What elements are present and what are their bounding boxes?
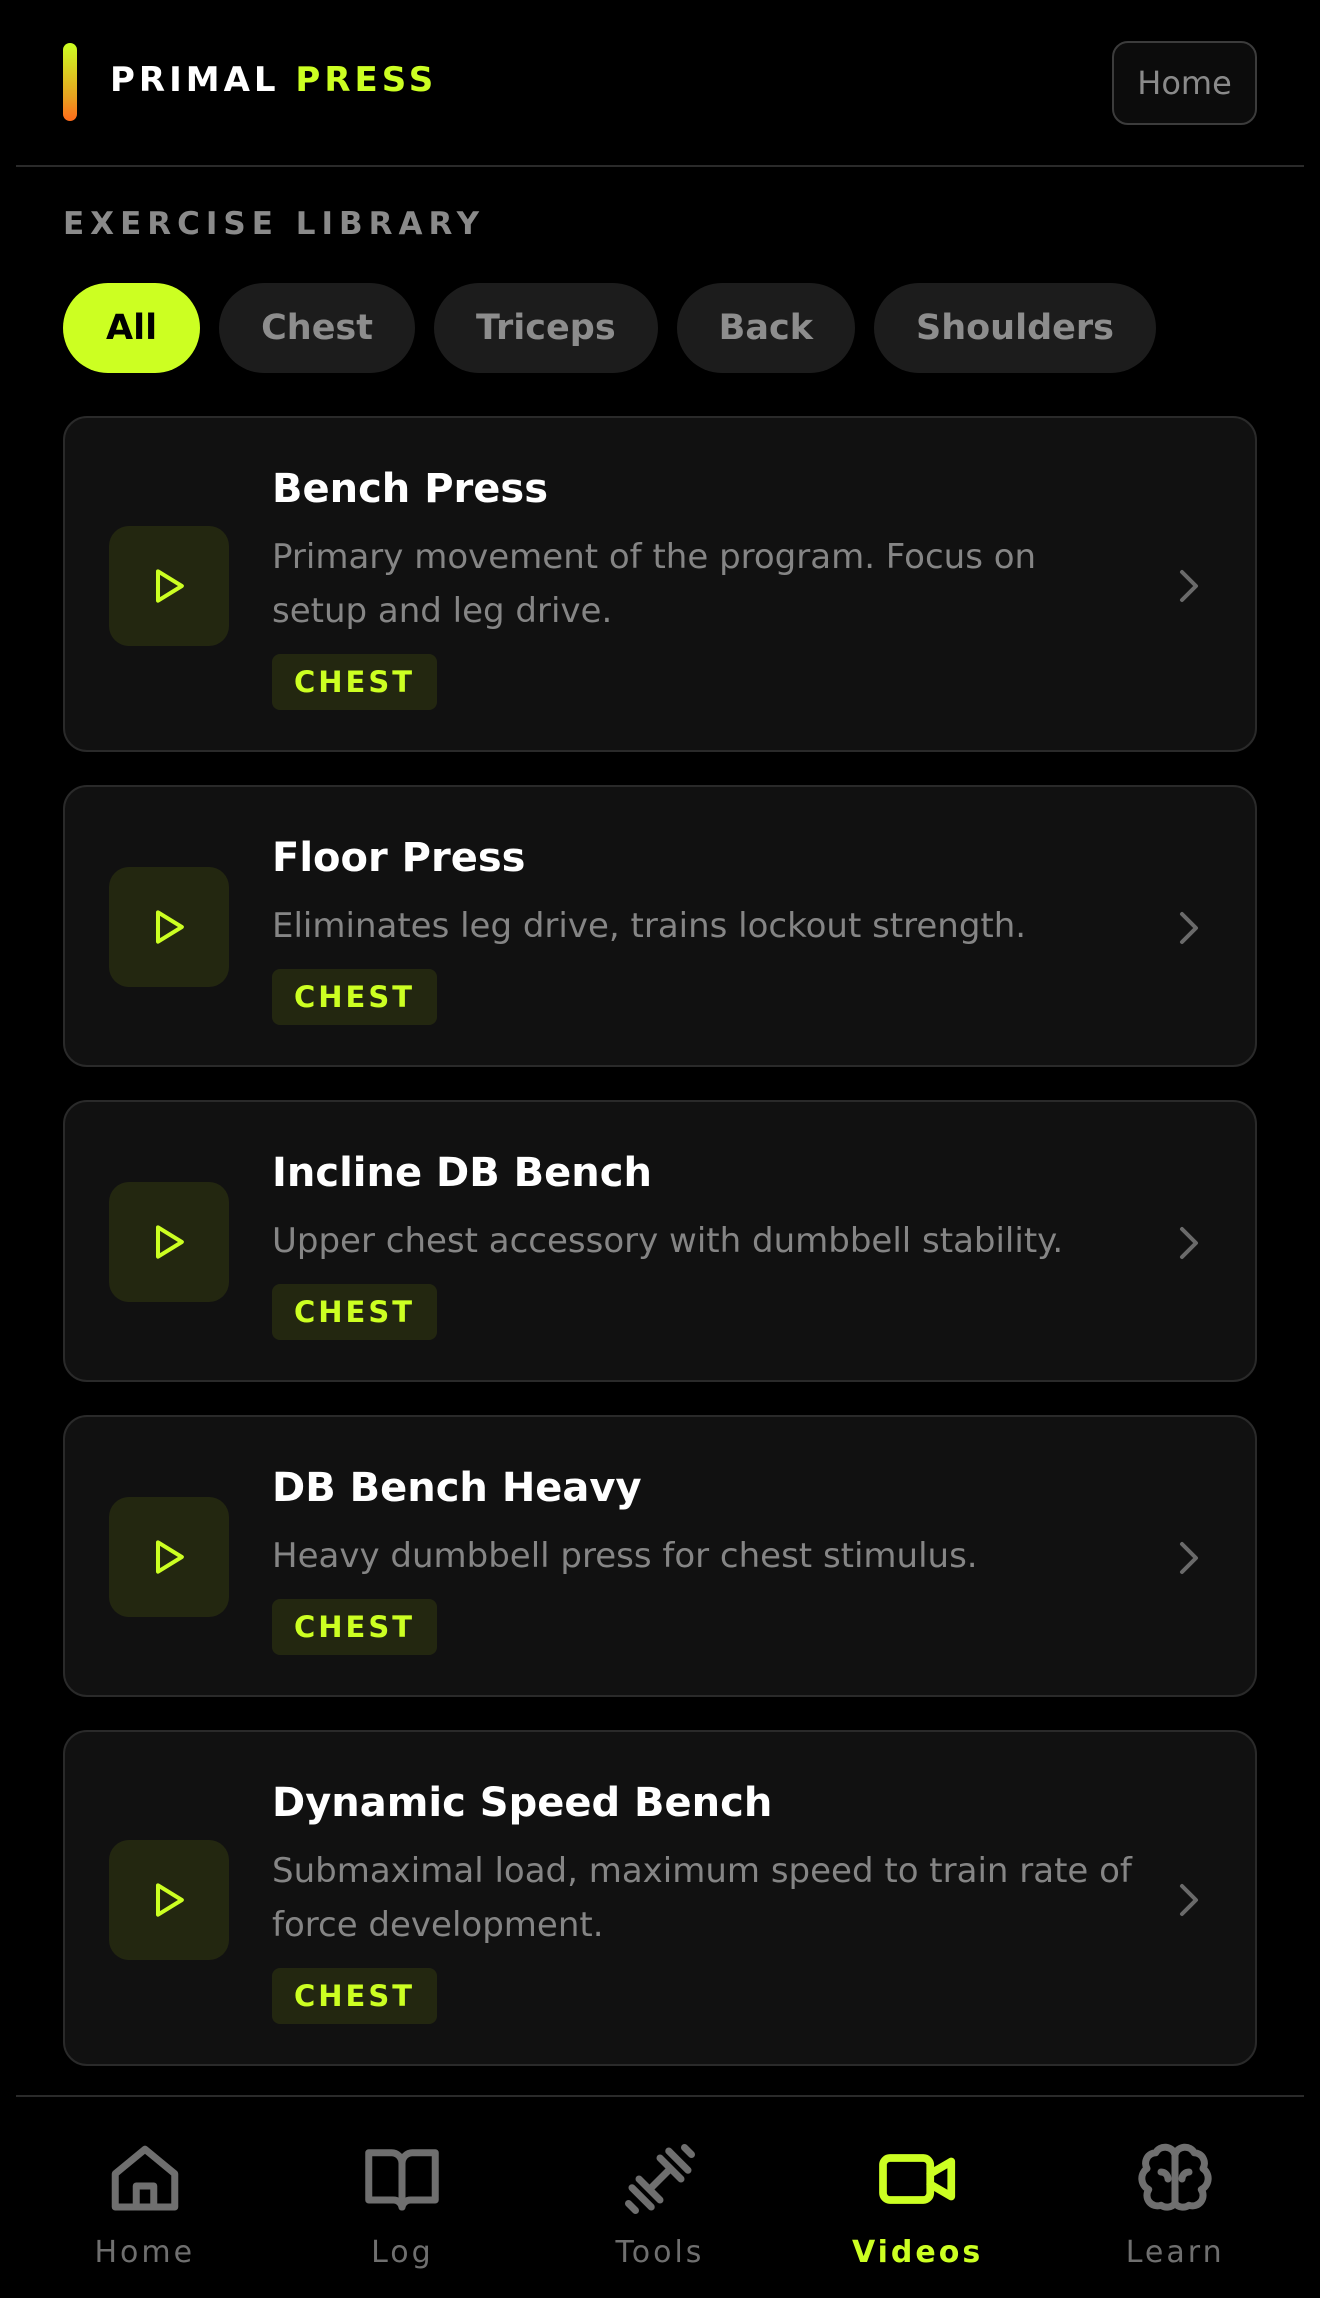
- chevron-right-icon: [1180, 1227, 1198, 1259]
- play-icon[interactable]: [109, 867, 229, 987]
- chevron-right-icon: [1180, 912, 1198, 944]
- exercise-title: Floor Press: [272, 835, 526, 881]
- exercise-description: Primary movement of the program. Focus o…: [272, 537, 1037, 631]
- app-header: PRIMAL PRESS Home: [16, 0, 1304, 167]
- exercise-card[interactable]: Dynamic Speed Bench Submaximal load, max…: [63, 1730, 1257, 2066]
- brain-icon: [1138, 2143, 1212, 2211]
- nav-label: Tools: [615, 2235, 705, 2270]
- chevron-right-icon: [1180, 570, 1198, 602]
- exercise-description: Eliminates leg drive, trains lockout str…: [272, 906, 1027, 946]
- nav-label: Log: [371, 2235, 434, 2270]
- exercise-card[interactable]: Incline DB Bench Upper chest accessory w…: [63, 1100, 1257, 1382]
- exercise-title: Incline DB Bench: [272, 1150, 652, 1196]
- chevron-right-icon: [1180, 1884, 1198, 1916]
- exercise-card[interactable]: DB Bench Heavy Heavy dumbbell press for …: [63, 1415, 1257, 1697]
- category-tag: CHEST: [272, 1968, 438, 2024]
- brand-logo: PRIMAL PRESS: [110, 60, 437, 100]
- brand-primary-text: PRIMAL: [110, 60, 280, 100]
- video-camera-icon: [878, 2154, 955, 2204]
- book-icon: [365, 2149, 440, 2211]
- filter-chip-chest[interactable]: Chest: [219, 283, 415, 373]
- nav-item-learn[interactable]: Learn: [1046, 2097, 1304, 2298]
- bottom-nav: Home Log Tools Videos Learn: [16, 2095, 1304, 2298]
- brand-accent-bar: [63, 43, 77, 121]
- filter-chip-shoulders[interactable]: Shoulders: [874, 283, 1156, 373]
- play-icon[interactable]: [109, 1497, 229, 1617]
- filter-chip-triceps[interactable]: Triceps: [434, 283, 658, 373]
- exercise-description: Heavy dumbbell press for chest stimulus.: [272, 1536, 978, 1576]
- app-root: PRIMAL PRESS Home EXERCISE LIBRARY All C…: [0, 0, 1320, 2298]
- play-icon[interactable]: [109, 1840, 229, 1960]
- exercise-description: Submaximal load, maximum speed to train …: [272, 1851, 1132, 1945]
- category-tag: CHEST: [272, 1599, 438, 1655]
- nav-item-tools[interactable]: Tools: [531, 2097, 789, 2298]
- home-button[interactable]: Home: [1112, 41, 1257, 125]
- play-icon[interactable]: [109, 1182, 229, 1302]
- brand-accent-text: PRESS: [295, 60, 438, 100]
- exercise-description: Upper chest accessory with dumbbell stab…: [272, 1221, 1064, 1261]
- chevron-right-icon: [1180, 1542, 1198, 1574]
- exercise-card[interactable]: Bench Press Primary movement of the prog…: [63, 416, 1257, 752]
- nav-label: Videos: [851, 2235, 984, 2270]
- exercise-card[interactable]: Floor Press Eliminates leg drive, trains…: [63, 785, 1257, 1067]
- category-tag: CHEST: [272, 969, 438, 1025]
- category-tag: CHEST: [272, 654, 438, 710]
- exercise-title: DB Bench Heavy: [272, 1465, 642, 1511]
- section-title: EXERCISE LIBRARY: [63, 206, 486, 242]
- nav-item-log[interactable]: Log: [274, 2097, 532, 2298]
- play-icon[interactable]: [109, 526, 229, 646]
- nav-item-videos[interactable]: Videos: [789, 2097, 1047, 2298]
- nav-label: Learn: [1125, 2235, 1225, 2270]
- filter-chips: All Chest Triceps Back Shoulders: [63, 283, 1156, 373]
- filter-chip-back[interactable]: Back: [676, 283, 855, 373]
- exercise-title: Bench Press: [272, 466, 548, 512]
- exercise-title: Dynamic Speed Bench: [272, 1780, 773, 1826]
- nav-item-home[interactable]: Home: [16, 2097, 274, 2298]
- nav-label: Home: [94, 2235, 196, 2270]
- dumbbell-icon: [624, 2144, 695, 2214]
- category-tag: CHEST: [272, 1284, 438, 1340]
- filter-chip-all[interactable]: All: [63, 283, 201, 373]
- home-icon: [111, 2145, 179, 2211]
